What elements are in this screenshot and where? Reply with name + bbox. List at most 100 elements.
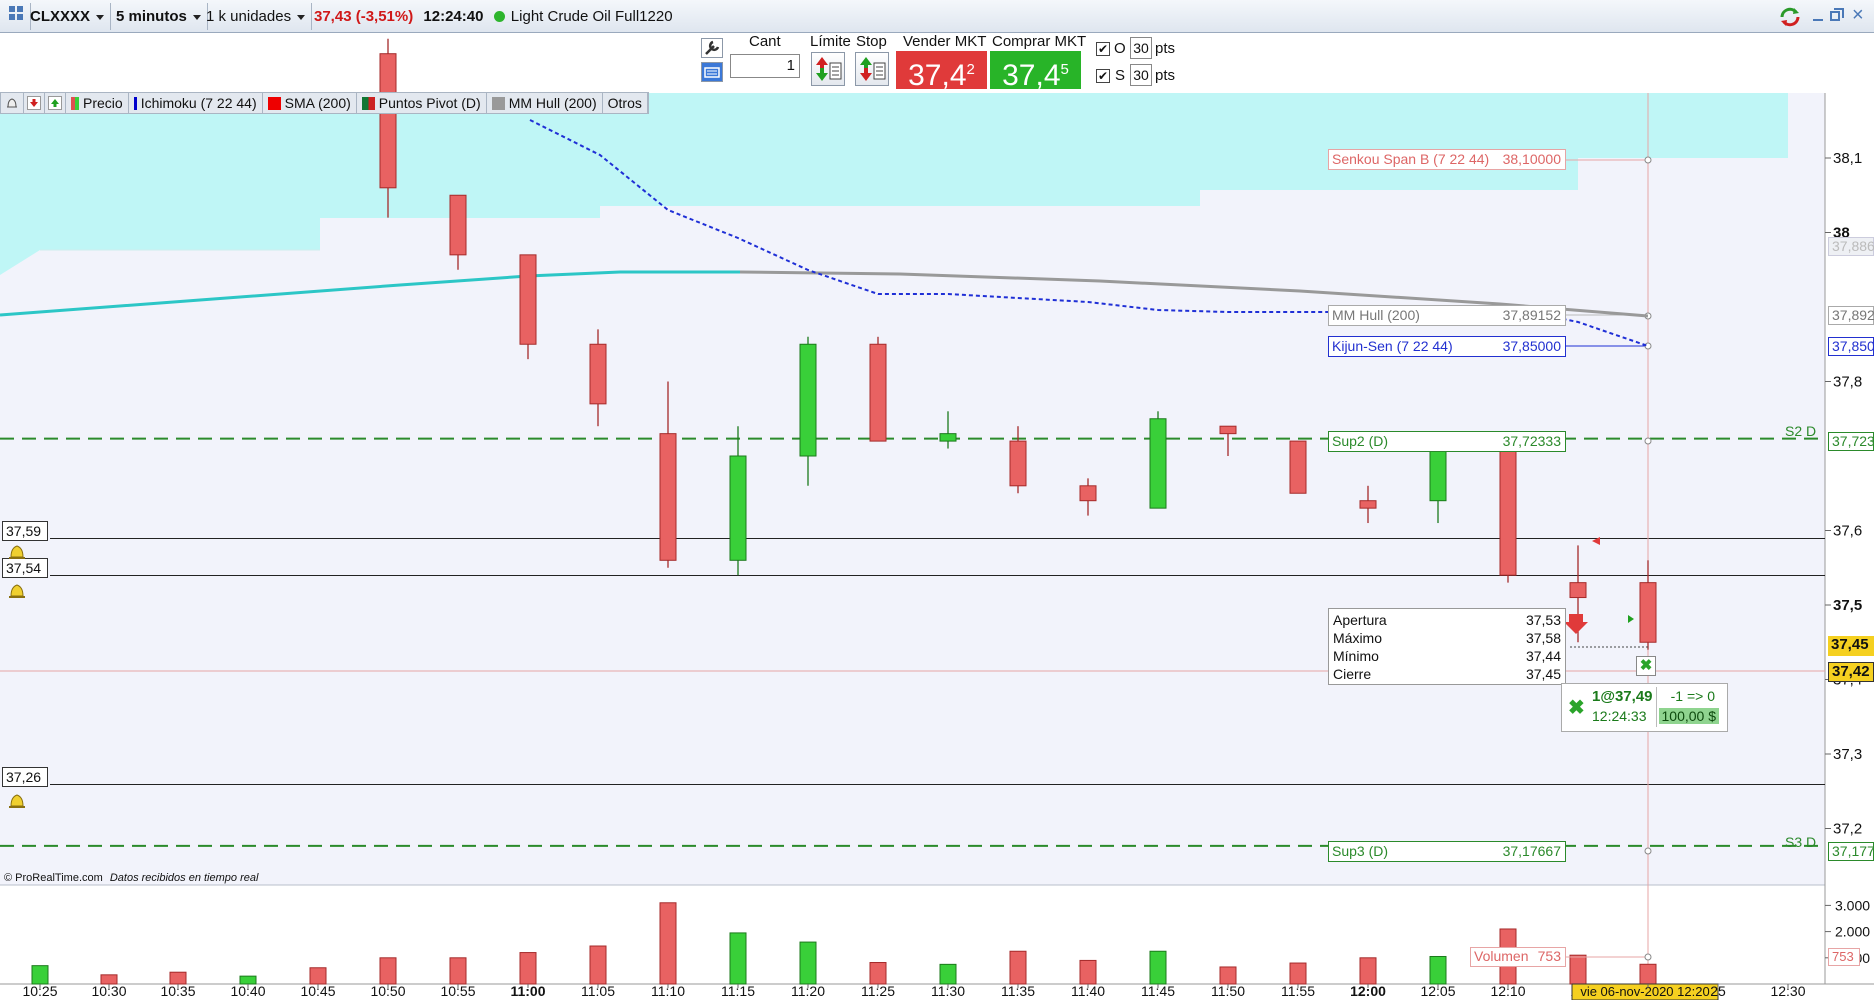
alert-bell-icon[interactable] [7, 792, 27, 813]
sup2-value: 37,72333 [1502, 433, 1561, 449]
volume-bar-12 [869, 962, 887, 985]
indicator-sma[interactable]: SMA (200) [263, 93, 357, 113]
kijun-label: Kijun-Sen (7 22 44) 37,85000 [1328, 336, 1566, 357]
axis-last-price: 37,45 [1828, 636, 1874, 656]
y-tick-label-2: 37,8 [1833, 374, 1862, 391]
indicator-precio[interactable]: Precio [66, 93, 129, 113]
candle-body-8 [939, 433, 957, 442]
kijun-name: Kijun-Sen (7 22 44) [1332, 338, 1453, 354]
hull-swatch-icon [491, 96, 505, 110]
axis-sup2-label: 37,723 [1828, 432, 1874, 451]
volume-bar-22 [1569, 954, 1587, 985]
volume-bar-13 [939, 963, 957, 985]
ohlc-val: 37,53 [1525, 612, 1561, 628]
alert-bell-icon[interactable] [7, 543, 27, 564]
alert-line-label-1[interactable]: 37,59 [2, 521, 48, 541]
ohlc-val: 37,44 [1525, 648, 1561, 664]
footer-note: © ProRealTime.com Datos recibidos en tie… [4, 872, 258, 884]
position-divider [1656, 687, 1657, 727]
indicator-otros[interactable]: Otros [603, 93, 648, 113]
cancel-order-icon[interactable]: ✖ [1636, 656, 1656, 676]
sup2-name: Sup2 (D) [1332, 433, 1389, 449]
candle-body-1 [449, 194, 467, 256]
cursor-marker-4 [1644, 847, 1652, 855]
buy-arrow-icon[interactable] [45, 93, 66, 113]
ohlc-row-cierre: Cierre 37,45 [1333, 665, 1561, 683]
footer-brand: © ProRealTime.com [4, 872, 103, 884]
candle-body-14 [1359, 500, 1377, 509]
ohlc-key: Apertura [1333, 612, 1387, 628]
ohlc-row-maximo: Máximo 37,58 [1333, 629, 1561, 647]
alert-line-label-3[interactable]: 37,26 [2, 767, 48, 787]
senkou-b-label: Senkou Span B (7 22 44) 38,10000 [1328, 149, 1566, 170]
volume-bar-9 [659, 902, 677, 985]
indicator-pivot[interactable]: Puntos Pivot (D) [357, 93, 487, 113]
indicator-label: Puntos Pivot (D) [378, 95, 481, 111]
volume-bar-18 [1289, 962, 1307, 985]
ichimoku-swatch-icon [133, 96, 137, 110]
volume-value: 753 [1537, 948, 1561, 964]
position-change: -1 => 0 [1670, 688, 1715, 704]
ohlc-val: 37,58 [1525, 630, 1561, 646]
volume-bar-16 [1149, 950, 1167, 985]
candle-body-16 [1499, 448, 1517, 576]
volume-bar-23 [1639, 963, 1657, 985]
position-box[interactable]: ✖ 1@37,49 12:24:33 -1 => 0 100,00 $ [1561, 683, 1728, 732]
cursor-marker-3 [1644, 437, 1652, 445]
indicator-hull[interactable]: MM Hull (200) [487, 93, 603, 113]
axis-bid-price: 37,42 [1828, 662, 1874, 682]
ohlc-row-minimo: Mínimo 37,44 [1333, 647, 1561, 665]
axis-kijun-label: 37,850 [1828, 337, 1874, 356]
sup3-name: Sup3 (D) [1332, 843, 1389, 859]
position-pnl: 100,00 $ [1658, 708, 1719, 724]
volume-bar-14 [1009, 950, 1027, 985]
close-position-icon[interactable]: ✖ [1568, 698, 1585, 718]
candle-body-12 [1219, 425, 1237, 435]
candle-body-13 [1289, 440, 1307, 494]
volume-bar-5 [379, 957, 397, 985]
sell-arrow-icon[interactable] [24, 93, 45, 113]
axis-hull-label: 37,892 [1828, 306, 1874, 325]
indicator-label: Precio [83, 95, 123, 111]
precio-swatch-icon [71, 96, 79, 110]
axis-sup3-label: 37,177 [1828, 842, 1874, 861]
candle-body-7 [869, 343, 887, 442]
volume-label: Volumen 753 [1470, 947, 1566, 967]
hull-name: MM Hull (200) [1332, 307, 1420, 323]
volume-bar-11 [799, 941, 817, 985]
position-time: 12:24:33 [1592, 708, 1647, 724]
volume-bar-17 [1219, 966, 1237, 985]
position-qty-price: 1@37,49 [1592, 688, 1653, 705]
indicator-ichimoku[interactable]: Ichimoku (7 22 44) [129, 93, 263, 113]
x-tick-label-23: vie 06-nov-2020 12:20 [1580, 984, 1709, 999]
ohlc-row-apertura: Apertura 37,53 [1333, 611, 1561, 629]
y-tick-label-6: 37,3 [1833, 746, 1862, 763]
s2-tag: S2 D [1785, 423, 1817, 439]
volume-cursor-marker [1644, 953, 1652, 961]
candle-body-4 [659, 433, 677, 561]
price-chart[interactable]: 10:25 10:30 10:35 10:40 10:45 10:50 10:55 11:00… [0, 0, 1874, 1000]
indicator-label: SMA (200) [284, 95, 351, 111]
pivot-swatch-icon [361, 96, 375, 110]
y-tick-label-4: 37,5 [1833, 597, 1862, 614]
y-tick-label-3: 37,6 [1833, 523, 1862, 540]
candle-body-5 [729, 455, 747, 561]
volume-bar-15 [1079, 959, 1097, 985]
indicator-label: MM Hull (200) [508, 95, 597, 111]
senkou-b-name: Senkou Span B (7 22 44) [1332, 151, 1490, 167]
alert-bell-icon[interactable] [1, 93, 24, 113]
alert-bell-icon[interactable] [7, 582, 27, 603]
candle-body-2 [519, 254, 537, 345]
volume-bar-7 [519, 952, 537, 985]
s3-tag: S3 D [1785, 834, 1817, 850]
candle-body-6 [799, 343, 817, 457]
senkou-b-value: 38,10000 [1502, 151, 1561, 167]
indicator-label: Otros [607, 95, 642, 111]
ohlc-val: 37,45 [1525, 666, 1561, 682]
indicator-label: Ichimoku (7 22 44) [140, 95, 257, 111]
ohlc-key: Cierre [1333, 666, 1372, 682]
volume-bar-10 [729, 932, 747, 985]
volume-bar-6 [449, 957, 467, 985]
candle-body-3 [589, 343, 607, 405]
ohlc-key: Mínimo [1333, 648, 1379, 664]
